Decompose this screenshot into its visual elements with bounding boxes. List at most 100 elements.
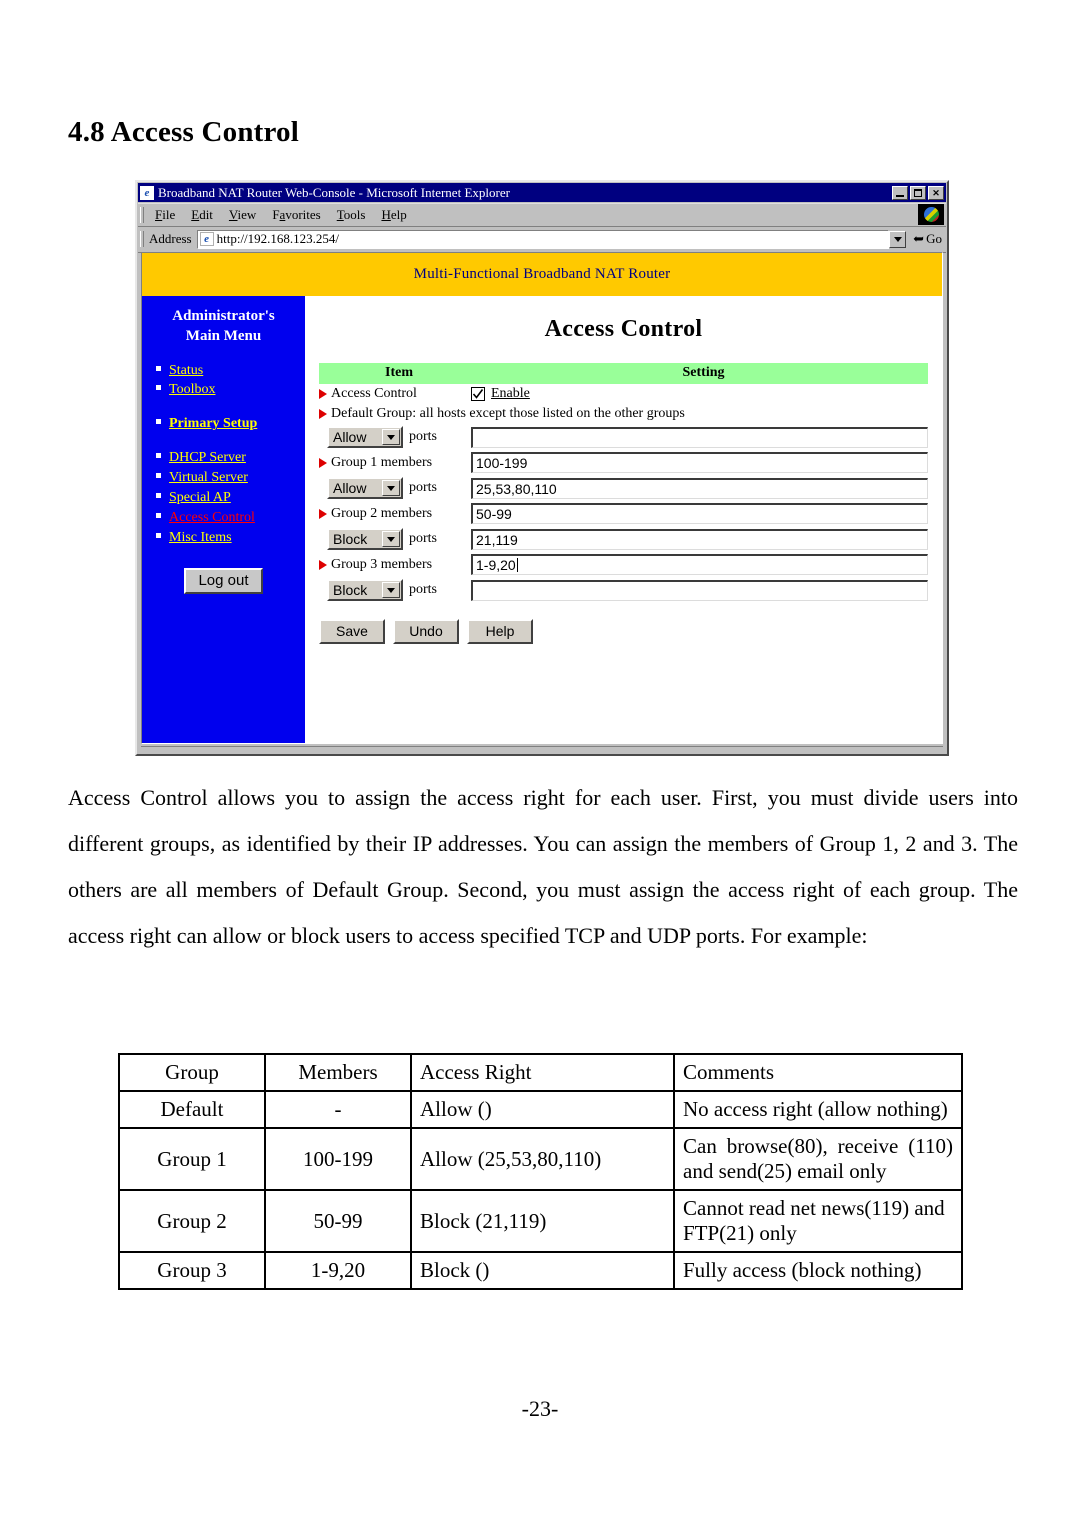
select-value: Allow <box>329 428 381 446</box>
body-paragraph: Access Control allows you to assign the … <box>68 785 1018 948</box>
browser-menu-bar: File Edit View Favorites Tools Help <box>138 203 946 227</box>
group1-action-select[interactable]: Allow <box>327 477 403 499</box>
select-dropdown-button[interactable] <box>382 531 400 547</box>
chevron-down-icon <box>387 485 395 491</box>
group1-members-input[interactable]: 100-199 <box>471 452 928 473</box>
sidebar-item-special-ap[interactable]: Special AP <box>142 488 305 508</box>
enable-checkbox[interactable] <box>471 387 485 401</box>
go-button[interactable]: ➥ Go <box>907 231 946 247</box>
cell-group: Default <box>118 1090 266 1129</box>
row-group3-ports: Block ports <box>319 579 928 601</box>
panel-title: Access Control <box>544 316 703 342</box>
access-control-label: Access Control <box>331 386 417 401</box>
address-label: Address <box>149 231 192 246</box>
logout-button[interactable]: Log out <box>184 567 263 594</box>
sidebar-group-3: DHCP Server Virtual Server Special AP Ac… <box>142 448 305 547</box>
column-header-item: Item <box>319 363 479 384</box>
bullet-icon <box>156 419 161 425</box>
arrow-marker-icon <box>319 559 327 570</box>
browser-address-bar: Address e http://192.168.123.254/ ➥ Go <box>138 227 946 253</box>
cell-members: - <box>264 1090 412 1129</box>
bullet-icon <box>156 385 161 391</box>
sidebar-item-status[interactable]: Status <box>142 361 305 381</box>
arrow-marker-icon <box>319 409 327 419</box>
enable-checkbox-label: Enable <box>491 386 530 401</box>
cell-access-right: Allow (25,53,80,110) <box>410 1127 675 1191</box>
menu-grip-handle[interactable] <box>140 207 144 223</box>
group3-action-select[interactable]: Block <box>327 579 403 601</box>
group3-ports-input[interactable] <box>471 579 928 601</box>
menu-item-file[interactable]: File <box>147 206 183 224</box>
ports-label: ports <box>409 531 437 546</box>
chevron-down-icon <box>387 587 395 593</box>
menu-item-favorites[interactable]: Favorites <box>264 206 328 224</box>
row-group2-members: Group 2 members 50-99 <box>319 503 928 524</box>
default-group-action-select[interactable]: Allow <box>327 426 403 448</box>
menu-item-edit[interactable]: Edit <box>183 206 221 224</box>
header-group: Group <box>118 1053 266 1092</box>
arrow-marker-icon <box>319 508 327 519</box>
minimize-button[interactable] <box>892 185 908 200</box>
maximize-button[interactable] <box>910 185 926 200</box>
group3-members-input[interactable]: 1-9,20 <box>471 554 928 575</box>
cell-comments: No access right (allow nothing) <box>673 1090 963 1129</box>
arrow-marker-icon <box>319 457 327 468</box>
row-group2-ports: Block ports 21,119 <box>319 528 928 550</box>
address-input[interactable]: e http://192.168.123.254/ <box>196 229 890 249</box>
sidebar-item-toolbox[interactable]: Toolbox <box>142 380 305 400</box>
sidebar-item-label: Special AP <box>169 489 231 505</box>
address-grip-handle[interactable] <box>140 231 144 247</box>
row-group1-ports: Allow ports 25,53,80,110 <box>319 477 928 499</box>
help-button[interactable]: Help <box>467 619 533 644</box>
group2-ports-input[interactable]: 21,119 <box>471 528 928 550</box>
table-row: Group 2 50-99 Block (21,119) Cannot read… <box>118 1189 963 1253</box>
ports-label: ports <box>409 582 437 597</box>
select-dropdown-button[interactable] <box>382 582 400 598</box>
address-dropdown-button[interactable] <box>889 230 907 248</box>
example-table: Group Members Access Right Comments Defa… <box>118 1053 963 1290</box>
select-value: Block <box>329 530 381 548</box>
header-access-right: Access Right <box>410 1053 675 1092</box>
cell-access-right: Allow () <box>410 1090 675 1129</box>
undo-button[interactable]: Undo <box>393 619 459 644</box>
chevron-down-icon <box>387 536 395 542</box>
bullet-icon <box>156 365 161 371</box>
select-value: Allow <box>329 479 381 497</box>
default-group-ports-input[interactable] <box>471 426 928 448</box>
save-button[interactable]: Save <box>319 619 385 644</box>
address-value: http://192.168.123.254/ <box>216 231 340 246</box>
sidebar-item-label: Toolbox <box>169 382 216 398</box>
row-group3-members: Group 3 members 1-9,20 <box>319 554 928 575</box>
close-button[interactable]: ✕ <box>928 185 944 200</box>
group1-members-label: Group 1 members <box>331 454 433 470</box>
sidebar-item-virtual-server[interactable]: Virtual Server <box>142 468 305 488</box>
cell-access-right: Block (21,119) <box>410 1189 675 1253</box>
select-dropdown-button[interactable] <box>382 480 400 496</box>
group1-ports-input[interactable]: 25,53,80,110 <box>471 477 928 499</box>
bullet-icon <box>156 532 161 538</box>
menu-item-help[interactable]: Help <box>373 206 414 224</box>
cell-group: Group 2 <box>118 1189 266 1253</box>
sidebar-title-line2: Main Menu <box>185 328 262 345</box>
sidebar-item-dhcp-server[interactable]: DHCP Server <box>142 448 305 468</box>
select-value: Block <box>329 581 381 599</box>
cell-access-right: Block () <box>410 1251 675 1290</box>
cell-members: 100-199 <box>264 1127 412 1191</box>
sidebar-item-primary-setup[interactable]: Primary Setup <box>142 414 305 434</box>
arrow-marker-icon <box>319 389 327 399</box>
select-dropdown-button[interactable] <box>382 429 400 445</box>
menu-item-tools[interactable]: Tools <box>329 206 374 224</box>
menu-item-view[interactable]: View <box>221 206 264 224</box>
page-favicon-icon: e <box>199 232 214 246</box>
table-row: Group 1 100-199 Allow (25,53,80,110) Can… <box>118 1127 963 1191</box>
group2-members-input[interactable]: 50-99 <box>471 503 928 524</box>
default-group-note: Default Group: all hosts except those li… <box>331 406 685 421</box>
sidebar-item-label: Primary Setup <box>169 416 258 432</box>
header-comments: Comments <box>673 1053 963 1092</box>
column-header-setting: Setting <box>479 363 928 384</box>
sidebar-item-access-control[interactable]: Access Control <box>142 508 305 528</box>
sidebar-item-label: Virtual Server <box>169 470 248 485</box>
sidebar-item-misc-items[interactable]: Misc Items <box>142 528 305 548</box>
group2-action-select[interactable]: Block <box>327 528 403 550</box>
window-controls: ✕ <box>892 185 944 200</box>
